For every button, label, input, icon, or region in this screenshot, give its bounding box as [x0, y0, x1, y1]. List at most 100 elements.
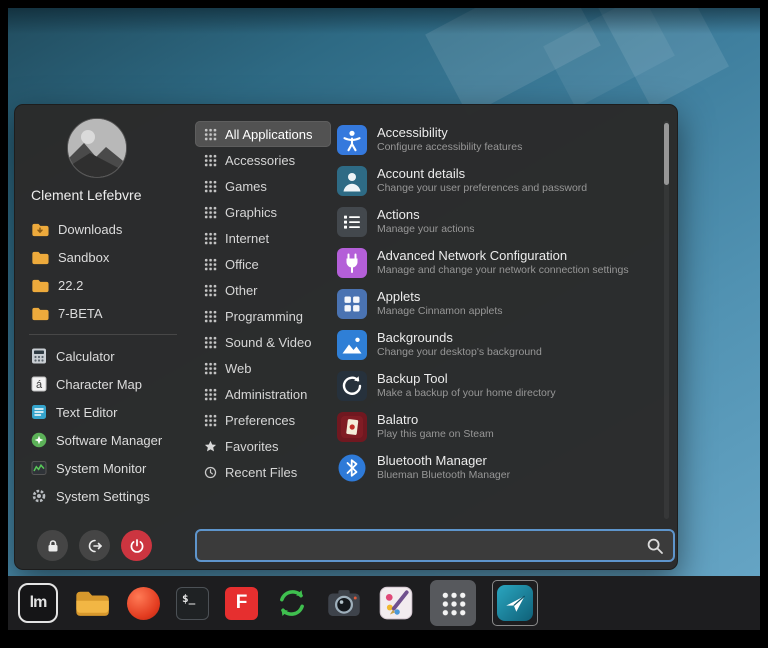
sidebar-item-7-beta[interactable]: 7-BETA	[23, 299, 183, 327]
app-grid-icon	[204, 232, 217, 245]
category-web[interactable]: Web	[195, 355, 331, 381]
category-games[interactable]: Games	[195, 173, 331, 199]
category-office[interactable]: Office	[195, 251, 331, 277]
sidebar-item-character-map[interactable]: á Character Map	[23, 370, 183, 398]
mint-menu-button[interactable]: lm	[18, 583, 58, 623]
app-grid-icon	[204, 414, 217, 427]
app-item-backup-tool[interactable]: Backup ToolMake a backup of your home di…	[337, 365, 655, 406]
category-programming[interactable]: Programming	[195, 303, 331, 329]
category-accessories[interactable]: Accessories	[195, 147, 331, 173]
menu-sidebar: Clement Lefebvre Downloads Sandbox 22.2	[15, 105, 187, 569]
app-list-scrollbar	[664, 121, 669, 519]
app-grid-icon	[204, 310, 217, 323]
system-settings-icon	[31, 488, 47, 504]
files-icon	[74, 588, 111, 619]
sidebar-item-22-2[interactable]: 22.2	[23, 271, 183, 299]
application-list: AccessibilityConfigure accessibility fea…	[337, 119, 655, 488]
sidebar-item-system-settings[interactable]: System Settings	[23, 482, 183, 510]
mint-monogram: lm	[30, 594, 47, 612]
app-grid-active-background	[430, 580, 476, 626]
category-label: Other	[225, 283, 258, 298]
scrollbar-thumb[interactable]	[664, 123, 669, 185]
app-item-bluetooth-manager[interactable]: Bluetooth ManagerBlueman Bluetooth Manag…	[337, 447, 655, 488]
sidebar-item-calculator[interactable]: Calculator	[23, 342, 183, 370]
app-item-backgrounds[interactable]: BackgroundsChange your desktop's backgro…	[337, 324, 655, 365]
network-configuration-icon	[337, 248, 367, 278]
shutdown-button[interactable]	[121, 530, 152, 561]
user-avatar[interactable]	[67, 118, 127, 178]
category-recent-files[interactable]: Recent Files	[195, 459, 331, 485]
category-label: Sound & Video	[225, 335, 312, 350]
red-circle-app-launcher[interactable]	[127, 587, 160, 620]
teal-send-app-launcher[interactable]	[492, 580, 538, 626]
app-grid-icon	[204, 362, 217, 375]
session-buttons	[37, 530, 152, 561]
category-preferences[interactable]: Preferences	[195, 407, 331, 433]
app-grid-icon	[204, 128, 217, 141]
app-description: Blueman Bluetooth Manager	[377, 469, 510, 481]
category-label: Graphics	[225, 205, 277, 220]
app-item-accessibility[interactable]: AccessibilityConfigure accessibility fea…	[337, 119, 655, 160]
app-item-applets[interactable]: AppletsManage Cinnamon applets	[337, 283, 655, 324]
software-manager-icon	[31, 432, 47, 448]
f-tile-app-launcher[interactable]: F	[225, 587, 258, 620]
app-item-account-details[interactable]: Account detailsChange your user preferen…	[337, 160, 655, 201]
backup-tool-icon	[337, 371, 367, 401]
search-icon	[646, 537, 664, 555]
category-label: Office	[225, 257, 259, 272]
terminal-icon: $_	[176, 587, 209, 620]
screen: Clement Lefebvre Downloads Sandbox 22.2	[0, 0, 768, 648]
accessibility-icon	[337, 125, 367, 155]
terminal-launcher[interactable]: $_	[176, 587, 209, 620]
app-item-actions[interactable]: ActionsManage your actions	[337, 201, 655, 242]
category-list: All Applications Accessories Games Graph…	[195, 121, 331, 485]
green-sync-app-launcher[interactable]	[274, 585, 310, 621]
sidebar-item-downloads[interactable]: Downloads	[23, 215, 183, 243]
applets-icon	[337, 289, 367, 319]
category-administration[interactable]: Administration	[195, 381, 331, 407]
category-other[interactable]: Other	[195, 277, 331, 303]
app-description: Manage Cinnamon applets	[377, 305, 503, 317]
category-sound-video[interactable]: Sound & Video	[195, 329, 331, 355]
sidebar-item-text-editor[interactable]: Text Editor	[23, 398, 183, 426]
sidebar-item-label: 22.2	[58, 278, 83, 293]
sidebar-item-software-manager[interactable]: Software Manager	[23, 426, 183, 454]
logout-button[interactable]	[79, 530, 110, 561]
app-grid-icon	[204, 336, 217, 349]
app-title: Backup Tool	[377, 372, 556, 387]
category-label: Programming	[225, 309, 303, 324]
app-item-balatro[interactable]: BalatroPlay this game on Steam	[337, 406, 655, 447]
app-grid-icon	[204, 388, 217, 401]
paper-plane-icon	[501, 589, 529, 617]
character-map-icon: á	[31, 376, 47, 392]
sidebar-item-label: Sandbox	[58, 250, 109, 265]
app-grid-launcher[interactable]	[430, 580, 476, 626]
sidebar-item-sandbox[interactable]: Sandbox	[23, 243, 183, 271]
sidebar-item-label: Character Map	[56, 377, 142, 392]
category-internet[interactable]: Internet	[195, 225, 331, 251]
app-title: Balatro	[377, 413, 494, 428]
category-all-applications[interactable]: All Applications	[195, 121, 331, 147]
files-launcher[interactable]	[74, 588, 111, 619]
folder-icon	[31, 250, 49, 265]
app-item-advanced-network-configuration[interactable]: Advanced Network ConfigurationManage and…	[337, 242, 655, 283]
app-title: Bluetooth Manager	[377, 454, 510, 469]
category-graphics[interactable]: Graphics	[195, 199, 331, 225]
account-details-icon	[337, 166, 367, 196]
user-name: Clement Lefebvre	[31, 187, 142, 203]
app-description: Configure accessibility features	[377, 141, 522, 153]
category-favorites[interactable]: Favorites	[195, 433, 331, 459]
avatar-image	[68, 119, 127, 178]
app-title: Actions	[377, 208, 474, 223]
camera-app-launcher[interactable]	[326, 586, 362, 620]
camera-app-icon	[326, 586, 362, 620]
lock-button[interactable]	[37, 530, 68, 561]
paint-app-launcher[interactable]	[378, 585, 414, 621]
recent-files-icon	[204, 466, 217, 479]
app-grid-icon	[204, 180, 217, 193]
desktop: Clement Lefebvre Downloads Sandbox 22.2	[8, 8, 760, 576]
sidebar-separator	[29, 334, 177, 335]
sidebar-item-system-monitor[interactable]: System Monitor	[23, 454, 183, 482]
sidebar-item-label: 7-BETA	[58, 306, 103, 321]
menu-search-input[interactable]	[206, 538, 646, 553]
